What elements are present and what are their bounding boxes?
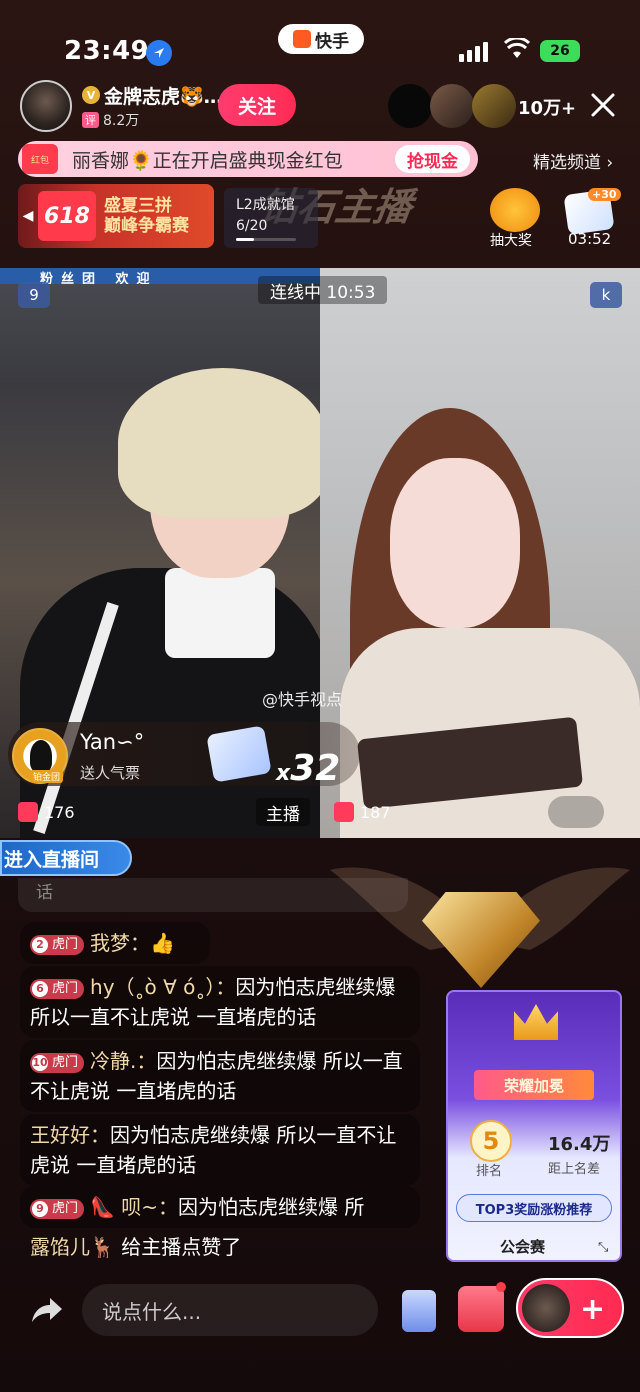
rank-card-title: 荣耀加冕 <box>474 1070 594 1100</box>
gift-icon[interactable] <box>458 1286 504 1332</box>
battery-indicator: 26 <box>540 40 580 62</box>
fan-level-badge: 10 虎门 <box>30 1052 85 1073</box>
achievement-title: L2成就馆 <box>236 197 295 213</box>
right-pane-tag[interactable]: k <box>590 282 622 308</box>
fan-level-badge: 6 虎门 <box>30 978 85 999</box>
chat-message[interactable]: 2 虎门 我梦：👍 <box>20 922 210 964</box>
host-score[interactable]: 176 <box>18 798 75 826</box>
ticket-countdown: 03:52 <box>568 230 612 248</box>
kuaishou-logo-icon <box>293 30 311 48</box>
banner-text: 丽香娜🌻正在开启盛典现金红包 <box>72 149 343 172</box>
app-name-pill[interactable]: 快手 <box>278 24 364 54</box>
share-icon[interactable] <box>26 1290 66 1330</box>
viewer-avatar[interactable] <box>430 84 474 128</box>
fan-level-badge: 2 虎门 <box>30 934 85 955</box>
rank-gap-value: 16.4万 <box>548 1134 611 1155</box>
lottery-label[interactable]: 抽大奖 <box>490 230 532 250</box>
cellular-signal-icon <box>459 42 488 62</box>
ticket-plus-badge: +30 <box>588 188 621 201</box>
host-avatar[interactable] <box>20 80 72 132</box>
app-name: 快手 <box>315 31 349 52</box>
jacket-collar <box>165 568 275 658</box>
viewer-count[interactable]: 10万+ <box>518 94 576 120</box>
gift-box-icon <box>18 802 38 822</box>
verified-badge-icon: V <box>82 86 100 104</box>
location-arrow-icon <box>146 40 172 66</box>
chat-message[interactable]: 6 虎门 hy（˳ò ∀ ó˳）：因为怕志虎继续爆 所以一直不让虎说 一直堵虎的话 <box>20 966 420 1038</box>
chat-message[interactable]: 露馅儿🦌 给主播点赞了 <box>20 1226 320 1268</box>
viewer-avatar[interactable] <box>388 84 432 128</box>
event-line-2: 巅峰争霸赛 <box>104 216 189 236</box>
sender-tier-badge: 铂金团 <box>30 770 64 783</box>
rating-value: 8.2万 <box>103 113 140 129</box>
left-pane-tag[interactable]: 9 <box>18 282 50 308</box>
host-name[interactable]: 金牌志虎🐯… <box>104 82 223 109</box>
chat-message[interactable]: 10 虎门 冷静.：因为怕志虎继续爆 所以一直不让虎说 一直堵虎的话 <box>20 1040 420 1112</box>
link-timer: 连线中 10:53 <box>258 276 388 304</box>
guest-score[interactable]: 187 <box>334 798 391 826</box>
gift-ticket-icon <box>206 725 272 783</box>
sender-name: Yan∽° <box>80 730 145 754</box>
event-promo-card[interactable]: ◀ 618 盛夏三拼 巅峰争霸赛 <box>18 184 214 248</box>
guest-face <box>390 458 520 628</box>
fan-level-badge: 9 虎门 <box>30 1198 85 1219</box>
guest-video-pane[interactable] <box>320 268 640 838</box>
grab-cash-button[interactable]: 抢现金 <box>395 145 470 173</box>
gift-count: x32 <box>276 748 341 789</box>
wifi-icon <box>504 38 530 58</box>
close-icon[interactable] <box>588 90 618 120</box>
red-packet-banner[interactable]: 红包 丽香娜🌻正在开启盛典现金红包 抢现金 <box>18 141 478 177</box>
achievement-progress-bar <box>236 238 296 241</box>
rating-tag: 评 <box>82 112 99 128</box>
status-time: 23:49 <box>64 36 150 66</box>
rank-reward-promo[interactable]: TOP3奖励涨粉推荐 <box>456 1194 612 1222</box>
event-line-1: 盛夏三拼 <box>104 196 172 216</box>
chat-message[interactable]: 王好好：因为怕志虎继续爆 所以一直不让虎说 一直堵虎的话 <box>20 1114 420 1186</box>
host-label: 主播 <box>256 798 310 826</box>
viewer-avatar[interactable] <box>472 84 516 128</box>
follow-button[interactable]: 关注 <box>218 84 296 126</box>
red-envelope-icon: 红包 <box>22 144 58 174</box>
notification-dot <box>496 1282 506 1292</box>
rank-position-label: 排名 <box>476 1164 503 1179</box>
chevron-left-icon[interactable]: ◀ <box>18 208 38 224</box>
plus-icon[interactable]: + <box>580 1292 605 1327</box>
lottery-icon[interactable] <box>490 188 540 232</box>
expand-icon[interactable]: ⤡ <box>598 1240 608 1255</box>
host-hair <box>118 368 320 518</box>
featured-channel-link[interactable]: 精选频道 › <box>533 148 613 173</box>
gift-box-icon <box>334 802 354 822</box>
rank-gap-label: 距上名差 <box>548 1162 601 1177</box>
user-avatar[interactable] <box>522 1284 570 1332</box>
rank-position: 5 <box>470 1120 512 1162</box>
event-tag: 618 <box>38 191 96 241</box>
chat-message[interactable]: 9 虎门 👠 呗~：因为怕志虎继续爆 所 <box>20 1186 420 1228</box>
more-options-button[interactable] <box>548 796 604 828</box>
chat-faded-message: 话 <box>18 878 408 912</box>
host-rating: 评 8.2万 <box>82 110 139 130</box>
gift-action: 送人气票 <box>80 764 141 782</box>
watermark: @快手视点 <box>262 690 343 709</box>
enter-room-button[interactable]: 进入直播间 <box>0 840 132 876</box>
achievement-progress: 6/20 <box>236 218 268 234</box>
comment-input[interactable]: 说点什么... <box>82 1284 378 1336</box>
rank-card-footer: 公会赛 <box>500 1238 546 1256</box>
card-icon[interactable] <box>402 1290 436 1332</box>
